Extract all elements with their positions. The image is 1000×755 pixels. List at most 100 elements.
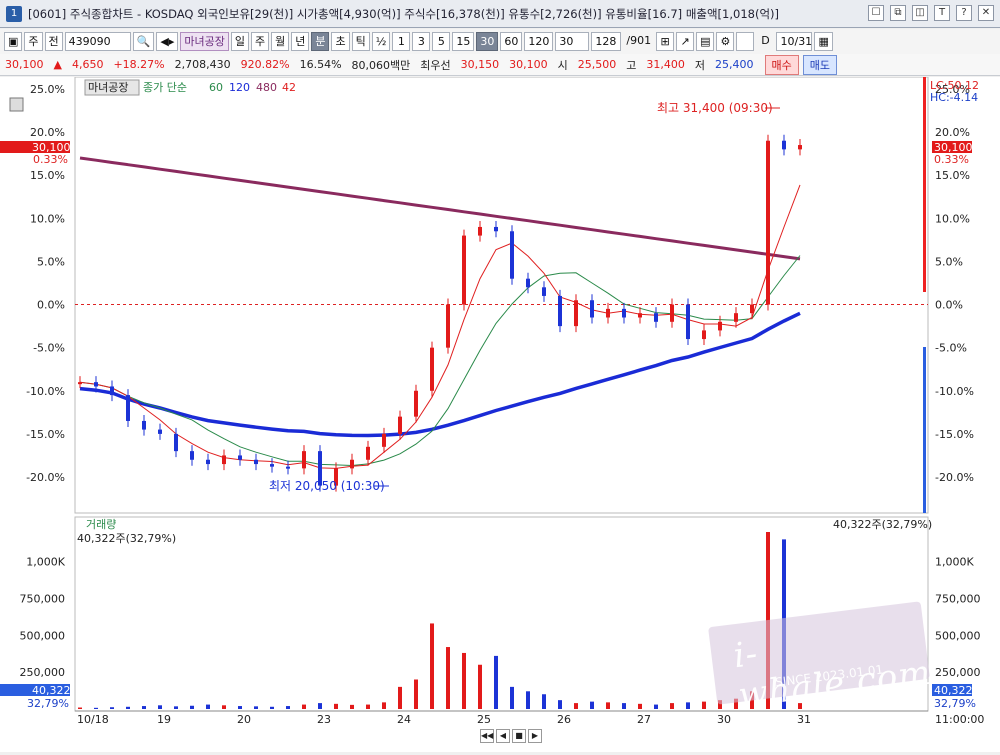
nav-first-icon[interactable]: ◀◀ [480,729,494,743]
table-icon[interactable] [9,97,24,112]
minute-120[interactable]: 120 [524,32,554,51]
amount: 80,060백만 [351,58,411,72]
calendar-icon[interactable]: ▦ [814,32,833,51]
volume-bar [286,706,290,709]
volume-bar [78,707,82,709]
volume-bar [142,706,146,709]
candle [366,446,370,460]
legend-ma120: 120 [229,81,250,94]
tab-year[interactable]: 년 [291,32,310,51]
lc-bar [923,77,926,292]
layout-icon[interactable]: ▣ [4,32,23,51]
y-tick-label-left: 25.0% [30,83,65,96]
help-button[interactable]: ? [956,5,972,21]
tab-week[interactable]: 주 [250,32,270,51]
minute-1[interactable]: 1 [392,32,411,51]
code-input[interactable]: 439090 [64,32,131,51]
date-input[interactable]: 10/31 [776,32,813,51]
volume-bar [190,705,194,709]
candle [542,287,546,296]
speaker-icon[interactable]: ◀▸ [156,32,179,51]
close-button[interactable]: ✕ [978,5,994,21]
sell-button[interactable]: 매도 [802,54,838,75]
volume-bar [270,706,274,709]
cascade-button[interactable]: ⧉ [890,5,906,21]
count-input[interactable]: 128 [591,32,622,51]
tab-tick[interactable]: 틱 [351,32,370,51]
volume-bar [510,686,514,709]
volume-bar [638,703,642,709]
candle [494,226,498,232]
gear-icon[interactable]: ⚙ [716,32,735,51]
candle [590,300,594,318]
count-total: /901 [626,34,652,47]
candle [766,140,770,305]
prev-button[interactable]: 전 [44,32,63,51]
candle [222,455,226,465]
candle [622,308,626,318]
minute-input[interactable]: 30 [555,32,590,51]
volume-bar [94,707,98,709]
x-tick-label: 31 [797,713,811,726]
minute-30[interactable]: 30 [476,32,499,51]
volume-bar [366,704,370,709]
volume-bar [702,701,706,709]
volume-bar [206,704,210,709]
volume-bar [350,704,354,709]
minute-15[interactable]: 15 [452,32,475,51]
time-label: 11:00:00 [935,713,984,726]
y-tick-label-right: 10.0% [935,212,970,225]
candle [654,313,658,322]
buy-button[interactable]: 매수 [764,54,799,75]
legend-ma42: 42 [282,81,296,94]
y-tick-label-right: 20.0% [935,126,970,139]
volume-bar [606,702,610,709]
candle [782,140,786,150]
chart-icon[interactable]: ↗ [676,32,695,51]
restore-button[interactable]: ☐ [868,5,884,21]
vol-tick-label: 750,000 [20,592,66,605]
candle [350,459,354,469]
candle [526,278,530,288]
candle [398,416,402,434]
nav-prev-icon[interactable]: ◀ [496,729,510,743]
d-checkbox[interactable] [736,32,755,51]
tab-second[interactable]: 초 [331,32,350,51]
minute-5[interactable]: 5 [432,32,451,51]
vol-tag-left-text: 40,322 [32,684,71,697]
volume-bar [174,706,178,709]
vol-tag-right-text: 40,322 [934,684,973,697]
candle [286,466,290,469]
candle [382,433,386,447]
tab-minute[interactable]: 분 [311,32,330,51]
x-tick-label: 30 [717,713,731,726]
volume-bar [430,623,434,709]
half-button[interactable]: ½ [371,32,391,51]
tab-day[interactable]: 일 [230,32,249,51]
y-tick-label-right: 15.0% [935,169,970,182]
nav-next-icon[interactable]: ▶ [528,729,542,743]
tile-button[interactable]: ◫ [912,5,928,21]
text-button[interactable]: T [934,5,950,21]
candle [718,321,722,331]
x-tick-label: 19 [157,713,171,726]
y-tick-label-left: 5.0% [37,255,65,268]
candle [110,386,114,396]
low-annotation: 최저 20,050 (10:30) [269,479,385,493]
period-select[interactable]: 주 [24,32,43,51]
save-icon[interactable]: ▤ [696,32,715,51]
volume-bar [334,703,338,709]
minute-3[interactable]: 3 [412,32,431,51]
stock-name[interactable]: 마녀공장 [180,32,229,51]
search-icon[interactable]: 🔍 [132,32,155,51]
low-label: 저 [694,58,706,72]
best-ask: 30,150 [460,58,500,71]
nav-stop-icon[interactable]: ■ [512,729,526,743]
chart-navigation: ◀◀ ◀ ■ ▶ [480,729,542,743]
grid-icon[interactable]: ⊞ [656,32,675,51]
tab-month[interactable]: 월 [271,32,290,51]
volume-bar [462,652,466,709]
candle [606,308,610,318]
minute-60[interactable]: 60 [500,32,523,51]
volume-bar [478,664,482,709]
